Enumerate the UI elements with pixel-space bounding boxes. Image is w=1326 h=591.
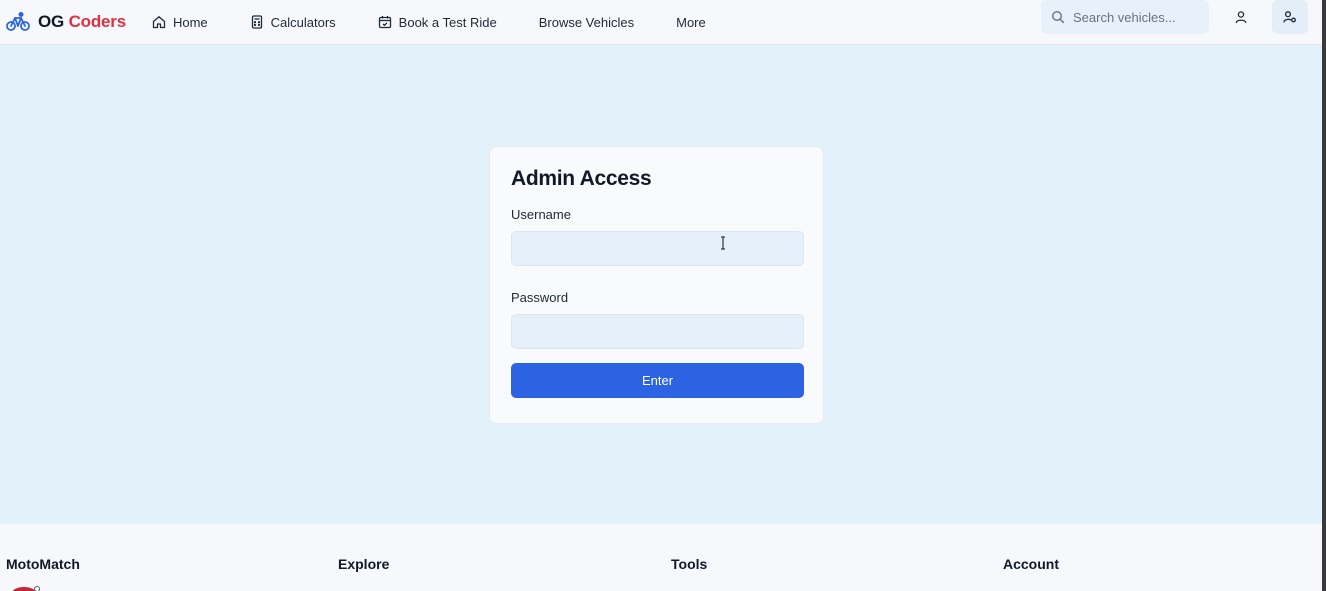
brand-logo[interactable]: OG Coders xyxy=(6,11,126,33)
nav-calculators[interactable]: Calculators xyxy=(250,15,336,30)
footer-heading-explore: Explore xyxy=(338,556,390,572)
card-title: Admin Access xyxy=(511,167,652,190)
admin-login-card: Admin Access Username Password Enter xyxy=(489,146,824,424)
bicycle-icon xyxy=(6,11,30,31)
brand-name-og: OG xyxy=(38,12,65,31)
site-footer: MotoMatch Explore Tools Account xyxy=(0,524,1322,591)
main-nav: Home Calculators Book a Test Ride Browse… xyxy=(152,15,706,30)
nav-browse-vehicles-label: Browse Vehicles xyxy=(538,14,635,30)
top-navbar: OG Coders Home Calculators Book a Test R… xyxy=(0,0,1322,45)
window-edge xyxy=(1322,0,1326,591)
search-input[interactable] xyxy=(1073,9,1203,25)
user-cog-icon xyxy=(1283,11,1296,23)
user-icon xyxy=(1235,11,1247,24)
brand-name-coders: Coders xyxy=(68,12,127,31)
nav-more[interactable]: More xyxy=(676,15,706,30)
text-cursor-icon xyxy=(721,236,725,250)
username-field[interactable] xyxy=(511,231,804,266)
search-icon xyxy=(1051,10,1065,24)
home-icon xyxy=(152,16,166,29)
password-label: Password xyxy=(511,290,569,305)
nav-book-test-ride-label: Book a Test Ride xyxy=(398,14,497,30)
nav-browse-vehicles[interactable]: Browse Vehicles xyxy=(539,15,634,30)
nav-calculators-label: Calculators xyxy=(270,14,336,30)
calendar-icon xyxy=(378,16,391,29)
brand-name: OG Coders xyxy=(38,12,126,32)
password-field[interactable] xyxy=(511,314,804,349)
nav-home-label: Home xyxy=(172,14,208,30)
footer-heading-motomatch: MotoMatch xyxy=(6,556,80,572)
calculator-icon xyxy=(251,15,262,29)
nav-home[interactable]: Home xyxy=(152,15,208,30)
nav-book-test-ride[interactable]: Book a Test Ride xyxy=(378,15,497,30)
footer-heading-account: Account xyxy=(1003,556,1059,572)
user-account-button[interactable] xyxy=(1228,4,1254,30)
nav-more-label: More xyxy=(676,14,706,30)
motomatch-logo-icon xyxy=(12,586,40,591)
search-box[interactable] xyxy=(1041,0,1209,34)
username-label: Username xyxy=(511,207,571,222)
enter-button[interactable]: Enter xyxy=(511,363,804,398)
footer-heading-tools: Tools xyxy=(671,556,708,572)
admin-settings-button[interactable] xyxy=(1272,0,1308,34)
